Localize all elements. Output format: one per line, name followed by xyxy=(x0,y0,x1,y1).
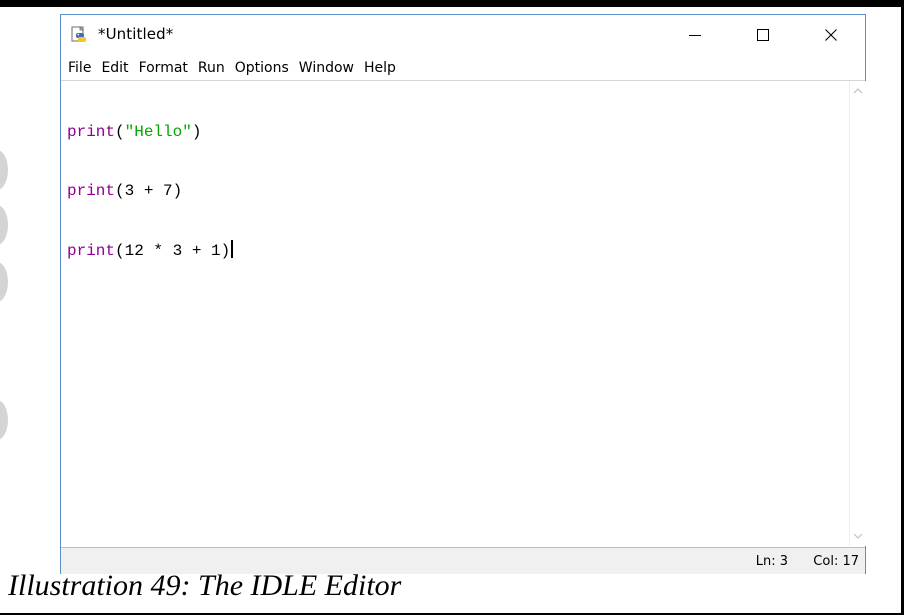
menu-format[interactable]: Format xyxy=(139,60,188,76)
punctuation-token: ( xyxy=(115,123,125,141)
menu-options[interactable]: Options xyxy=(235,60,289,76)
string-token: "Hello" xyxy=(124,123,192,141)
keyword-token: print xyxy=(67,123,116,141)
title-bar[interactable]: *Untitled* xyxy=(61,15,865,55)
maximize-icon xyxy=(757,29,769,41)
close-button[interactable] xyxy=(801,15,861,55)
status-column-number: Col: 17 xyxy=(813,554,859,569)
menu-help[interactable]: Help xyxy=(364,60,396,76)
python-file-icon xyxy=(70,26,88,44)
keyword-token: print xyxy=(67,181,116,200)
minimize-icon xyxy=(689,35,701,36)
code-editor[interactable]: print("Hello") print(3 + 7) print(12 * 3… xyxy=(61,81,849,546)
minimize-button[interactable] xyxy=(665,15,725,55)
code-text[interactable]: print("Hello") print(3 + 7) print(12 * 3… xyxy=(67,84,234,301)
menu-bar: File Edit Format Run Options Window Help xyxy=(61,56,865,81)
code-line: print("Hello") xyxy=(67,123,233,143)
menu-file[interactable]: File xyxy=(68,60,91,76)
close-icon xyxy=(825,29,837,41)
code-line: print(12 * 3 + 1) xyxy=(67,240,234,262)
figure-caption: Illustration 49: The IDLE Editor xyxy=(8,569,402,602)
status-line-number: Ln: 3 xyxy=(755,554,788,569)
punctuation-token: ) xyxy=(191,123,202,141)
menu-edit[interactable]: Edit xyxy=(101,60,128,76)
idle-editor-window: *Untitled* File Edit Format Run Options … xyxy=(60,14,866,574)
keyword-token: print xyxy=(67,242,116,260)
maximize-button[interactable] xyxy=(733,15,793,55)
scroll-down-icon[interactable] xyxy=(853,532,863,540)
scroll-up-icon[interactable] xyxy=(853,87,863,95)
window-title: *Untitled* xyxy=(98,25,174,43)
menu-run[interactable]: Run xyxy=(198,60,225,76)
vertical-scrollbar[interactable] xyxy=(849,81,866,546)
expression-token: (3 + 7) xyxy=(115,181,183,200)
expression-token: (12 * 3 + 1) xyxy=(115,242,231,260)
text-cursor xyxy=(231,240,234,258)
code-line: print(3 + 7) xyxy=(67,182,233,202)
menu-window[interactable]: Window xyxy=(299,60,354,76)
